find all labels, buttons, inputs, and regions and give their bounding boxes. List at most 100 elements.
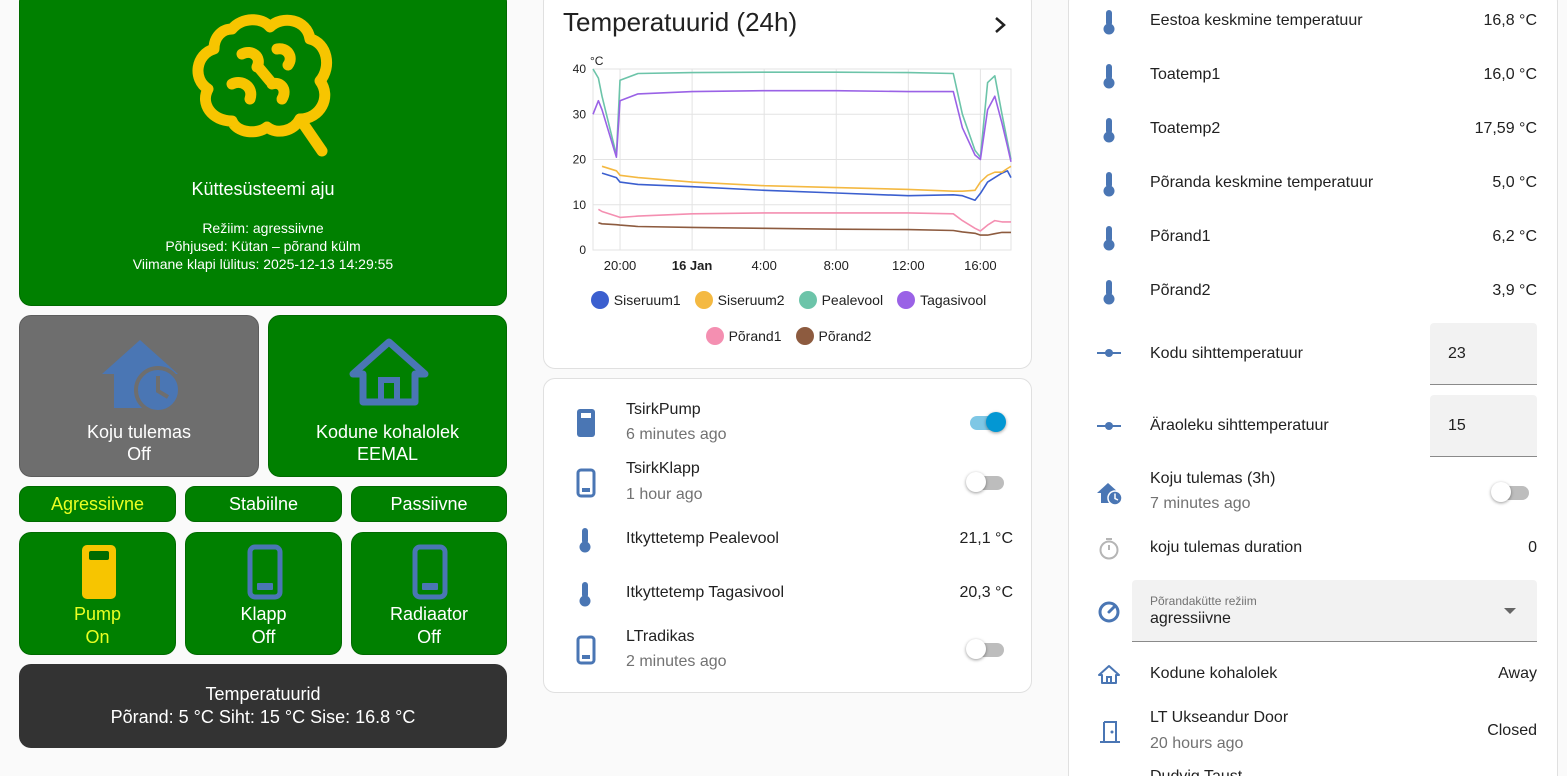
temp-row-name[interactable]: Toatemp1 <box>1150 66 1220 84</box>
legend-swatch <box>798 291 817 309</box>
temps-summary-tile[interactable]: Temperatuurid Põrand: 5 °C Siht: 15 °C S… <box>19 664 507 748</box>
temps-summary-line: Põrand: 5 °C Siht: 15 °C Sise: 16.8 °C <box>110 707 416 727</box>
legend-item[interactable]: Siseruum1 <box>590 291 681 309</box>
cut-off-row-name[interactable]: Dudvig Taust <box>1150 768 1242 776</box>
gauge-icon <box>1098 601 1120 623</box>
door-name[interactable]: LT Ukseandur Door <box>1150 709 1288 727</box>
temp-row-name[interactable]: Põrand2 <box>1150 282 1211 300</box>
temp-row-value: 3,9 °C <box>1492 282 1537 299</box>
valve-state: Off <box>251 627 276 647</box>
series-line-Siseruum1[interactable] <box>601 170 1012 201</box>
dropdown-arrow-icon <box>1504 608 1516 614</box>
legend-item[interactable]: Pealevool <box>798 291 883 309</box>
thermometer-icon <box>1103 172 1115 197</box>
legend-item[interactable]: Siseruum2 <box>694 291 785 309</box>
entity-tsirkpump-time: 6 minutes ago <box>626 426 727 443</box>
legend-swatch <box>590 291 609 309</box>
brain-card[interactable]: Küttesüsteemi aju Režiim: agressiivne Põ… <box>19 0 507 306</box>
valve-tile[interactable]: Klapp Off <box>185 532 342 655</box>
slider-icon <box>1097 349 1121 357</box>
coming-home-3h-name[interactable]: Koju tulemas (3h) <box>1150 470 1275 488</box>
legend-swatch <box>705 327 724 345</box>
floor-mode-label: Põrandakütte režiim <box>1150 594 1257 608</box>
chevron-right-icon[interactable] <box>990 15 1010 35</box>
thermometer-icon <box>1103 118 1115 143</box>
coming-home-3h-toggle[interactable] <box>1491 482 1531 502</box>
y-tick-label: 0 <box>579 243 586 257</box>
valve-closed-icon <box>412 544 448 600</box>
away-target-name[interactable]: Äraoleku sihttemperatuur <box>1150 417 1329 435</box>
legend-label: Tagasivool <box>920 292 987 308</box>
radiator-tile[interactable]: Radiaator Off <box>351 532 507 655</box>
series-line-Siseruum2[interactable] <box>601 165 1012 192</box>
thermometer-icon <box>1103 64 1115 89</box>
away-target-input[interactable]: 15 <box>1430 395 1537 457</box>
entity-tagasivool-name[interactable]: Itkyttetemp Tagasivool <box>626 584 784 602</box>
legend-label: Põrand2 <box>818 328 872 344</box>
legend-swatch <box>694 291 713 309</box>
pump-tile[interactable]: Pump On <box>19 532 176 655</box>
entity-ltradikas-name[interactable]: LTradikas <box>626 628 694 646</box>
temp-row-value: 5,0 °C <box>1492 174 1537 191</box>
temps-summary-title: Temperatuurid <box>205 684 321 704</box>
duration-name[interactable]: koju tulemas duration <box>1150 539 1302 557</box>
ltradikas-toggle[interactable] <box>966 639 1006 659</box>
legend-item[interactable]: Põrand2 <box>795 327 872 345</box>
x-tick-label: 4:00 <box>752 258 777 273</box>
temperature-chart[interactable]: °C 0 10 20 30 40 20:00 16 Jan 4:00 8:00 12:00 16:00 <box>544 51 1033 301</box>
valve-outline-icon <box>576 635 596 665</box>
brain-icon <box>192 14 333 157</box>
entity-pealevool-name[interactable]: Itkyttetemp Pealevool <box>626 530 779 548</box>
home-target-name[interactable]: Kodu sihttemperatuur <box>1150 345 1303 363</box>
temp-row-name[interactable]: Põrand1 <box>1150 228 1211 246</box>
y-axis-unit: °C <box>590 54 604 68</box>
entity-tsirkklapp-time: 1 hour ago <box>626 486 703 503</box>
valve-outline-icon <box>576 468 596 498</box>
entity-tagasivool-value: 20,3 °C <box>959 584 1013 601</box>
x-tick-label: 12:00 <box>892 258 925 273</box>
tsirkpump-toggle[interactable] <box>966 412 1006 432</box>
mode-stable-button[interactable]: Stabiilne <box>185 486 342 522</box>
mode-passive-button[interactable]: Passiivne <box>351 486 507 522</box>
thermometer-icon <box>1103 226 1115 251</box>
home-target-input[interactable]: 23 <box>1430 323 1537 385</box>
x-tick-label: 20:00 <box>604 258 637 273</box>
mode-aggressive-button[interactable]: Agressiivne <box>19 486 176 522</box>
entity-ltradikas-time: 2 minutes ago <box>626 653 727 670</box>
presence-name[interactable]: Kodune kohalolek <box>1150 665 1277 683</box>
valve-closed-icon <box>247 544 283 600</box>
presence-tile[interactable]: Kodune kohalolek EEMAL <box>268 315 507 477</box>
y-tick-label: 20 <box>573 153 587 167</box>
legend-swatch <box>795 327 814 345</box>
legend-swatch <box>897 291 916 309</box>
temp-row-name[interactable]: Toatemp2 <box>1150 120 1220 138</box>
temp-row-name[interactable]: Põranda keskmine temperatuur <box>1150 174 1373 192</box>
coming-home-label: Koju tulemas <box>86 422 192 442</box>
presence-state: EEMAL <box>356 444 419 464</box>
valve-icon <box>577 409 595 437</box>
presence-label: Kodune kohalolek <box>315 422 460 442</box>
tsirkklapp-toggle[interactable] <box>966 472 1006 492</box>
entities-card: TsirkPump 6 minutes ago TsirkKlapp 1 hou… <box>543 378 1032 693</box>
series-line-Põrand2[interactable] <box>598 222 1011 236</box>
floor-mode-select[interactable]: Põrandakütte režiim agressiivne <box>1132 580 1537 642</box>
coming-home-3h-time: 7 minutes ago <box>1150 495 1251 512</box>
entity-tsirkpump-name[interactable]: TsirkPump <box>626 401 701 419</box>
legend-item[interactable]: Tagasivool <box>897 291 986 309</box>
legend-item[interactable]: Põrand1 <box>705 327 782 345</box>
pump-state: On <box>85 627 110 647</box>
chart-card-title[interactable]: Temperatuurid (24h) <box>563 7 797 38</box>
pump-label: Pump <box>73 604 122 624</box>
series-line-Tagasivool[interactable] <box>592 89 1012 162</box>
home-clock-icon <box>102 340 182 414</box>
series-line-Põrand1[interactable] <box>597 208 1011 232</box>
entity-tsirkklapp-name[interactable]: TsirkKlapp <box>626 460 700 478</box>
right-entities-card <box>1068 0 1558 776</box>
y-tick-label: 40 <box>573 62 587 76</box>
thermometer-icon <box>1103 280 1115 305</box>
slider-icon <box>1097 422 1121 430</box>
coming-home-tile[interactable]: Koju tulemas Off <box>19 315 259 477</box>
entity-pealevool-value: 21,1 °C <box>959 530 1013 547</box>
temp-row-name[interactable]: Eestoa keskmine temperatuur <box>1150 12 1363 30</box>
thermometer-icon <box>1103 10 1115 35</box>
